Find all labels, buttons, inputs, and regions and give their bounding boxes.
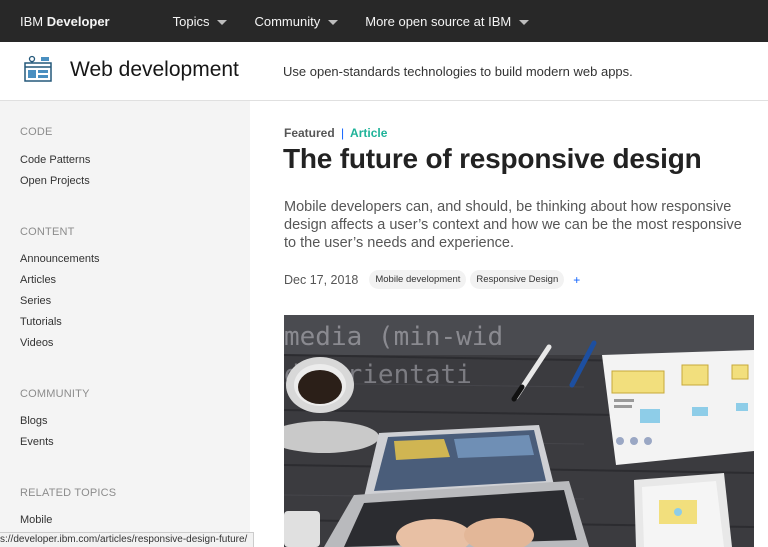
sidebar-item-series[interactable]: Series [20, 295, 51, 307]
sidebar-item-open-projects[interactable]: Open Projects [20, 175, 90, 187]
nav-topics-label: Topics [172, 13, 210, 29]
sidebar-item-articles[interactable]: Articles [20, 274, 56, 286]
article-eyebrow: Featured | Article [284, 126, 387, 140]
nav-community[interactable]: Community [254, 13, 339, 29]
sidebar: CODE Code Patterns Open Projects CONTENT… [0, 101, 250, 547]
chevron-down-icon [328, 19, 339, 25]
sidebar-heading-community: COMMUNITY [20, 388, 90, 400]
article-summary: Mobile developers can, and should, be th… [284, 199, 742, 251]
hero-illustration: media (min-wid d (orientati [284, 315, 754, 547]
tag-mobile-development[interactable]: Mobile development [369, 270, 467, 289]
more-tags-button[interactable]: + [573, 273, 580, 287]
brand-prefix: IBM [20, 13, 44, 29]
browser-status-bar: s://developer.ibm.com/articles/responsiv… [0, 532, 255, 547]
page-header: Web development Use open-standards techn… [0, 42, 768, 101]
top-nav: IBM Developer Topics Community More open… [0, 0, 768, 42]
web-development-icon [24, 55, 52, 82]
tag-responsive-design[interactable]: Responsive Design [470, 270, 565, 289]
nav-more-open-source-label: More open source at IBM [365, 13, 512, 29]
sidebar-heading-related-topics: RELATED TOPICS [20, 487, 117, 499]
page-tagline: Use open-standards technologies to build… [283, 64, 633, 79]
sidebar-item-mobile[interactable]: Mobile [20, 514, 52, 526]
sidebar-heading-code: CODE [20, 126, 53, 138]
main-content: Featured | Article The future of respons… [250, 101, 768, 547]
hero-code-line-1: media (min-wid [284, 322, 503, 352]
sidebar-item-announcements[interactable]: Announcements [20, 253, 100, 265]
page-title: Web development [70, 58, 239, 81]
brand-name: Developer [46, 13, 110, 29]
sidebar-item-blogs[interactable]: Blogs [20, 415, 48, 427]
sidebar-item-tutorials[interactable]: Tutorials [20, 316, 62, 328]
sidebar-item-code-patterns[interactable]: Code Patterns [20, 154, 90, 166]
article-meta: Dec 17, 2018 Mobile development Responsi… [284, 270, 580, 289]
sidebar-heading-content: CONTENT [20, 226, 75, 238]
article-date: Dec 17, 2018 [284, 272, 359, 287]
nav-community-label: Community [254, 13, 321, 29]
eyebrow-separator: | [341, 126, 345, 140]
sidebar-item-events[interactable]: Events [20, 436, 54, 448]
article-type-link[interactable]: Article [350, 126, 387, 140]
featured-label: Featured [284, 126, 335, 140]
nav-more-open-source[interactable]: More open source at IBM [365, 13, 530, 29]
sidebar-item-videos[interactable]: Videos [20, 337, 53, 349]
nav-topics[interactable]: Topics [173, 14, 228, 29]
article-title[interactable]: The future of responsive design [283, 143, 702, 175]
chevron-down-icon [217, 19, 228, 25]
brand-logo[interactable]: IBM Developer [20, 14, 110, 29]
article-hero-image[interactable]: media (min-wid d (orientati [284, 315, 754, 547]
chevron-down-icon [519, 19, 530, 25]
